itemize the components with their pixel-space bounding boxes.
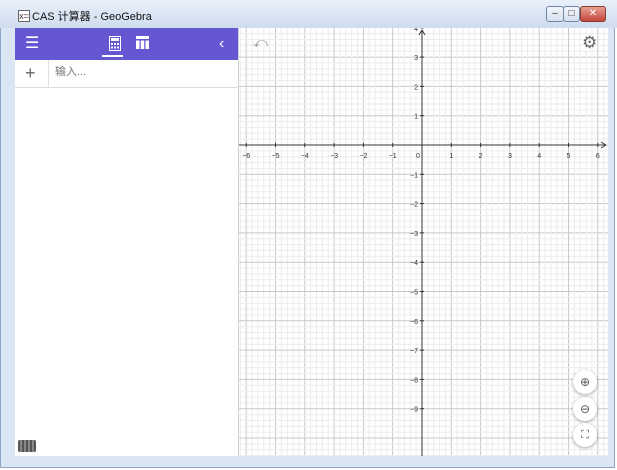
window-title: CAS 计算器 - GeoGebra (32, 11, 152, 23)
client-area: ☰ ‹ + −6−5−4−3−2−101234564321−1−2−3−4−5−… (15, 28, 608, 456)
y-tick-label: 4 (414, 28, 418, 33)
y-tick-label: −9 (410, 407, 418, 414)
x-tick-label: 6 (596, 153, 600, 160)
y-tick-label: −6 (410, 319, 418, 326)
y-tick-label: −7 (410, 348, 418, 355)
algebra-toolbar: ☰ ‹ (15, 28, 238, 60)
y-tick-label: −2 (410, 202, 418, 209)
geogebra-app-icon: x= (18, 10, 30, 22)
minimize-button[interactable]: – (546, 6, 564, 22)
x-tick-label: −2 (359, 153, 367, 160)
x-tick-label: 5 (567, 153, 571, 160)
algebra-input-row[interactable]: + (15, 60, 238, 88)
x-tick-label: 4 (537, 153, 541, 160)
y-tick-label: −4 (410, 260, 418, 267)
calculator-icon[interactable] (109, 36, 121, 55)
zoom-in-button[interactable]: ⊕ (573, 370, 597, 394)
y-tick-label: −8 (410, 377, 418, 384)
x-tick-label: 0 (416, 153, 420, 160)
y-tick-label: 2 (414, 84, 418, 91)
gear-icon[interactable]: ⚙ (582, 33, 597, 53)
table-icon[interactable] (136, 36, 149, 53)
y-tick-label: −5 (410, 290, 418, 297)
keyboard-icon[interactable] (18, 440, 36, 452)
y-tick-label: 3 (414, 55, 418, 62)
x-tick-label: 2 (479, 153, 483, 160)
zoom-out-button[interactable]: ⊖ (573, 397, 597, 421)
x-tick-label: −1 (389, 153, 397, 160)
chevron-left-icon[interactable]: ‹ (219, 36, 224, 52)
y-tick-label: −1 (410, 172, 418, 179)
y-tick-label: −3 (410, 231, 418, 238)
input-divider (48, 60, 49, 87)
x-tick-label: −3 (330, 153, 338, 160)
fullscreen-button[interactable]: ⛶ (573, 423, 597, 447)
x-tick-label: 3 (508, 153, 512, 160)
maximize-button[interactable]: □ (563, 6, 580, 22)
algebra-input[interactable] (55, 66, 225, 78)
x-tick-label: −6 (242, 153, 250, 160)
x-tick-label: 1 (449, 153, 453, 160)
close-button[interactable]: ✕ (580, 6, 606, 22)
active-tab-indicator (102, 55, 123, 57)
algebra-panel: ☰ ‹ + (15, 28, 239, 456)
graphics-view[interactable]: −6 −5 −4 −3 −2 −1 0 1 2 3 4 5 6 4 3 2 1 −1 −2 −3 −4 −5 −6 −7 −8 −… (239, 28, 608, 456)
title-bar[interactable]: x= CAS 计算器 - GeoGebra – □ ✕ (0, 0, 617, 28)
coordinate-grid[interactable]: −6 −5 −4 −3 −2 −1 0 1 2 3 4 5 6 4 3 2 1 −1 −2 −3 −4 −5 −6 −7 −8 −… (239, 28, 608, 456)
add-icon[interactable]: + (25, 63, 36, 84)
undo-icon[interactable]: ⤺ (253, 34, 268, 51)
x-tick-label: −5 (272, 153, 280, 160)
menu-icon[interactable]: ☰ (25, 36, 39, 52)
x-tick-label: −4 (301, 153, 309, 160)
y-tick-label: 1 (414, 114, 418, 121)
